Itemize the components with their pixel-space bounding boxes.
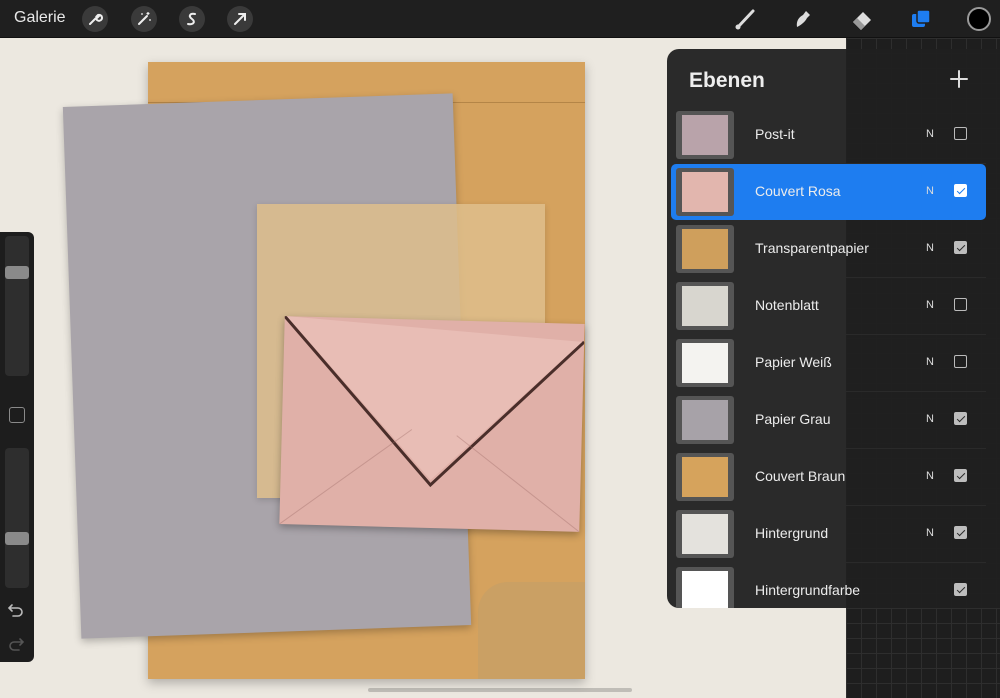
layer-blend-mode-button[interactable]: N — [926, 356, 934, 368]
layer-visibility-checkbox[interactable] — [954, 127, 967, 140]
brown-envelope-pocket — [478, 582, 585, 679]
layer-blend-mode-button[interactable]: N — [926, 299, 934, 311]
layer-name: Couvert Braun — [755, 468, 846, 484]
layer-blend-mode-button[interactable]: N — [926, 413, 934, 425]
procreate-app: Galerie Ebenen Post-it N Couvert Rosa N … — [0, 0, 1000, 698]
layer-thumbnail-image — [682, 286, 728, 326]
pink-envelope-flap — [279, 315, 586, 533]
layer-visibility-checkbox[interactable] — [954, 355, 967, 368]
layers-panel: Ebenen Post-it N Couvert Rosa N Transparentp… — [667, 49, 1000, 608]
eraser-icon[interactable] — [849, 6, 875, 32]
layer-thumbnail[interactable] — [676, 168, 734, 216]
layer-row[interactable]: Transparentpapier N — [671, 221, 986, 278]
layer-thumbnail[interactable] — [676, 282, 734, 330]
color-swatch[interactable] — [966, 6, 992, 32]
layer-thumbnail-image — [682, 514, 728, 554]
layer-thumbnail[interactable] — [676, 567, 734, 608]
layer-row[interactable]: Couvert Rosa N — [671, 164, 986, 220]
layer-thumbnail-image — [682, 571, 728, 608]
layer-thumbnail[interactable] — [676, 225, 734, 273]
layer-name: Notenblatt — [755, 297, 819, 313]
layer-name: Papier Weiß — [755, 354, 832, 370]
layer-name: Post-it — [755, 126, 795, 142]
gallery-button[interactable]: Galerie — [14, 9, 66, 27]
home-indicator — [368, 688, 632, 692]
wrench-icon[interactable] — [82, 6, 108, 32]
layer-thumbnail[interactable] — [676, 510, 734, 558]
selection-s-icon[interactable] — [179, 6, 205, 32]
square-icon[interactable] — [9, 407, 25, 423]
layer-thumbnail-image — [682, 343, 728, 383]
layer-visibility-checkbox[interactable] — [954, 184, 967, 197]
layer-visibility-checkbox[interactable] — [954, 469, 967, 482]
layer-thumbnail-image — [682, 457, 728, 497]
layer-visibility-checkbox[interactable] — [954, 298, 967, 311]
layer-thumbnail[interactable] — [676, 339, 734, 387]
smudge-icon[interactable] — [790, 6, 816, 32]
layer-thumbnail-image — [682, 400, 728, 440]
magic-wand-icon[interactable] — [131, 6, 157, 32]
layer-thumbnail[interactable] — [676, 396, 734, 444]
pink-envelope-artwork — [279, 315, 586, 533]
layer-row[interactable]: Couvert Braun N — [671, 449, 986, 506]
layer-thumbnail-image — [682, 172, 728, 212]
layer-row[interactable]: Hintergrundfarbe — [671, 563, 986, 608]
layer-blend-mode-button[interactable]: N — [926, 128, 934, 140]
layers-panel-title: Ebenen — [689, 69, 765, 92]
layer-visibility-checkbox[interactable] — [954, 583, 967, 596]
layer-blend-mode-button[interactable]: N — [926, 470, 934, 482]
undo-icon[interactable] — [7, 602, 25, 622]
top-toolbar: Galerie — [0, 0, 1000, 38]
layer-blend-mode-button[interactable]: N — [926, 527, 934, 539]
layer-blend-mode-button[interactable]: N — [926, 185, 934, 197]
layer-name: Hintergrundfarbe — [755, 582, 861, 598]
layer-name: Papier Grau — [755, 411, 831, 427]
opacity-slider[interactable] — [5, 448, 29, 588]
layer-visibility-checkbox[interactable] — [954, 241, 967, 254]
layer-row[interactable]: Notenblatt N — [671, 278, 986, 335]
layers-icon[interactable] — [908, 6, 934, 32]
brush-size-slider[interactable] — [5, 236, 29, 376]
brush-icon[interactable] — [732, 6, 758, 32]
opacity-knob[interactable] — [5, 532, 29, 545]
transform-arrow-icon[interactable] — [227, 6, 253, 32]
layer-thumbnail[interactable] — [676, 453, 734, 501]
layer-name: Hintergrund — [755, 525, 829, 541]
left-sidebar — [0, 232, 34, 662]
layer-name: Couvert Rosa — [755, 183, 841, 199]
layer-visibility-checkbox[interactable] — [954, 412, 967, 425]
plus-icon[interactable] — [947, 67, 971, 91]
layer-row[interactable]: Hintergrund N — [671, 506, 986, 563]
layer-row[interactable]: Post-it N — [671, 107, 986, 164]
layer-thumbnail-image — [682, 229, 728, 269]
layer-thumbnail[interactable] — [676, 111, 734, 159]
layer-visibility-checkbox[interactable] — [954, 526, 967, 539]
layer-row[interactable]: Papier Grau N — [671, 392, 986, 449]
layer-name: Transparentpapier — [755, 240, 869, 256]
redo-icon[interactable] — [7, 636, 25, 656]
layer-blend-mode-button[interactable]: N — [926, 242, 934, 254]
layer-row[interactable]: Papier Weiß N — [671, 335, 986, 392]
layer-thumbnail-image — [682, 115, 728, 155]
brush-size-knob[interactable] — [5, 266, 29, 279]
